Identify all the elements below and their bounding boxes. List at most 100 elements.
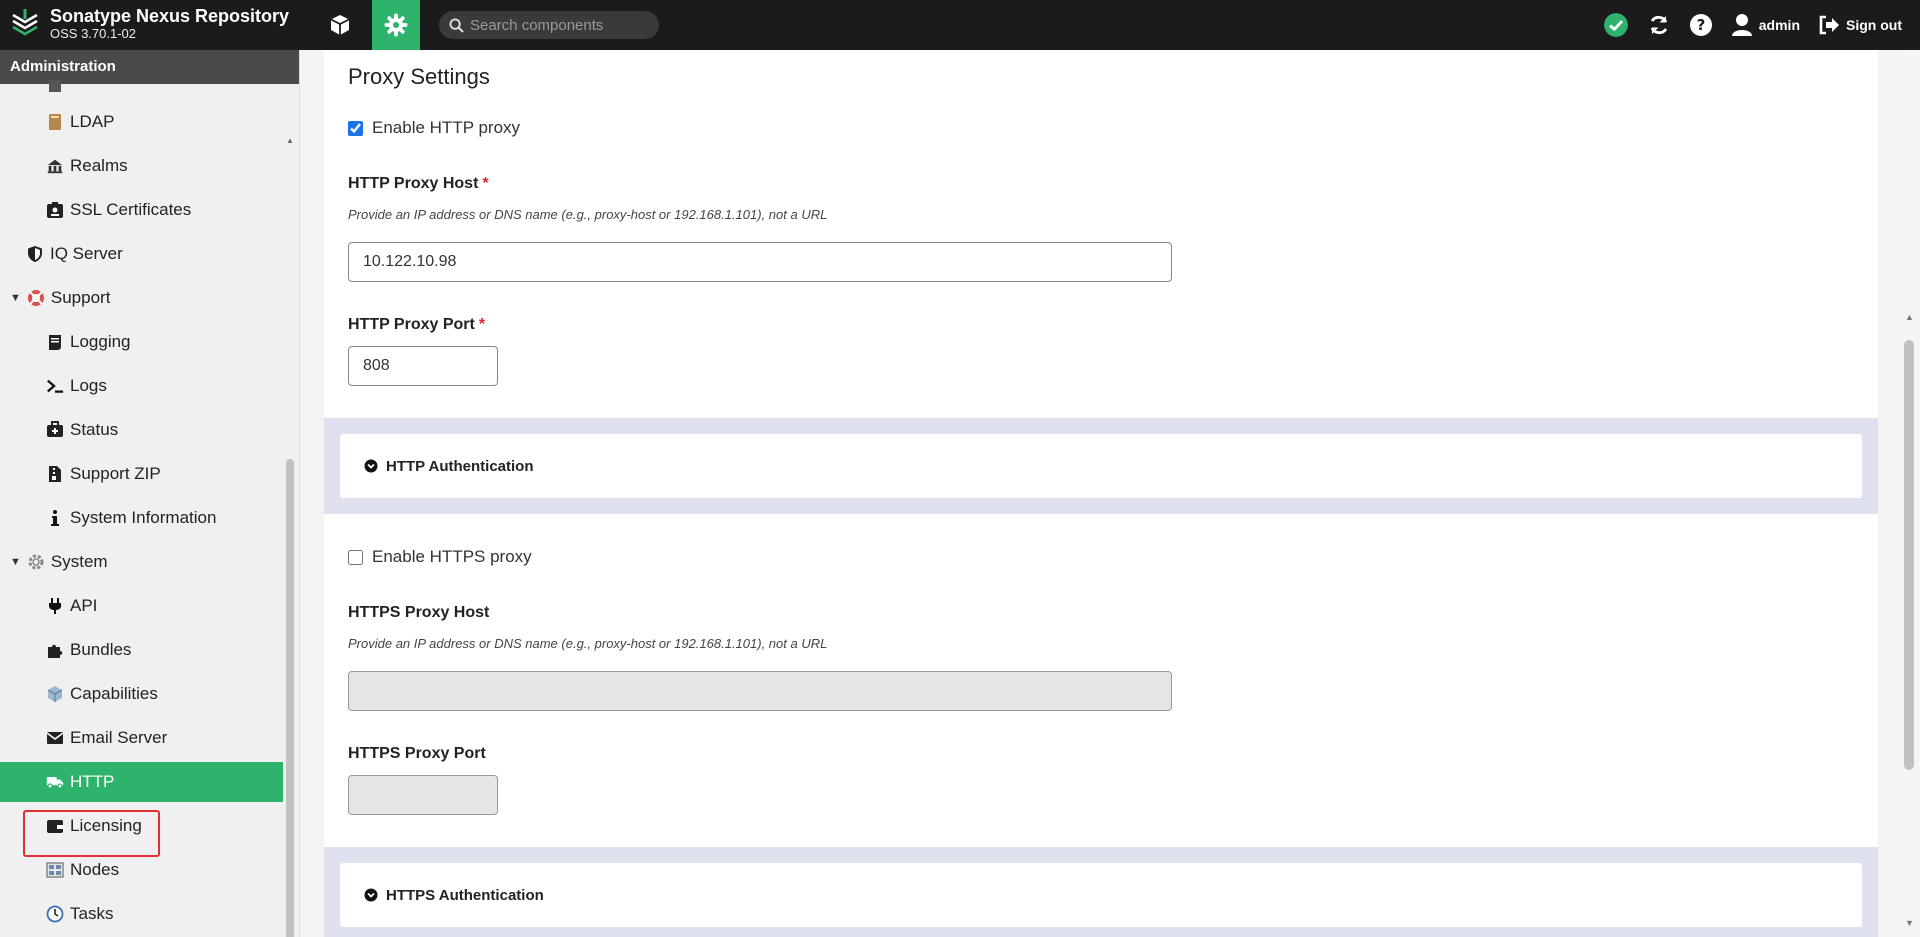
envelope-icon xyxy=(46,729,64,747)
sidebar-group-support[interactable]: ▼ Support xyxy=(0,278,283,318)
sidebar-item-bundles[interactable]: Bundles xyxy=(0,630,283,670)
sidebar-group-system[interactable]: ▼ System xyxy=(0,542,283,582)
main-scrollbar[interactable]: ▲ ▼ xyxy=(1898,50,1920,937)
user-menu-button[interactable]: admin xyxy=(1731,13,1800,37)
caret-down-icon: ▼ xyxy=(10,292,21,304)
enable-http-proxy-checkbox[interactable]: Enable HTTP proxy xyxy=(348,118,520,138)
sidebar-item-label: Email Server xyxy=(70,728,168,747)
http-authentication-label: HTTP Authentication xyxy=(386,457,534,475)
sidebar-item-http[interactable]: HTTP xyxy=(0,762,283,802)
sidebar-item-logs[interactable]: Logs xyxy=(0,366,283,406)
http-authentication-toggle[interactable]: HTTP Authentication xyxy=(340,434,1862,498)
help-icon: ? xyxy=(1689,14,1712,36)
chevron-down-circle-icon xyxy=(364,888,378,902)
sidebar-item-api[interactable]: API xyxy=(0,586,283,626)
sidebar-item-label: Capabilities xyxy=(70,684,158,703)
nodes-icon xyxy=(46,861,64,879)
sidebar-item-label: LDAP xyxy=(70,112,115,131)
sign-out-label: Sign out xyxy=(1846,17,1902,33)
admin-sidebar: Administration LDAP Realms SSL Certifica… xyxy=(0,50,300,937)
sidebar-item-label: Status xyxy=(70,420,119,439)
browse-button[interactable] xyxy=(316,0,364,50)
administration-button[interactable] xyxy=(372,0,420,50)
sign-out-icon xyxy=(1819,15,1839,35)
http-proxy-host-label: HTTP Proxy Host * xyxy=(348,175,489,193)
cube-icon xyxy=(330,15,350,35)
sidebar-item-label: SSL Certificates xyxy=(70,200,192,219)
main-content: Proxy Settings Enable HTTP proxy HTTP Pr… xyxy=(324,50,1878,937)
gear-icon xyxy=(27,553,45,571)
wallet-icon xyxy=(46,817,64,835)
sidebar-item-capabilities[interactable]: Capabilities xyxy=(0,674,283,714)
book-icon xyxy=(46,113,64,131)
sidebar-item-email-server[interactable]: Email Server xyxy=(0,718,283,758)
scroll-up-arrow-icon[interactable]: ▲ xyxy=(286,136,294,145)
item-icon xyxy=(46,77,64,95)
http-proxy-host-input[interactable] xyxy=(348,242,1172,282)
lifebuoy-icon xyxy=(27,289,45,307)
http-proxy-port-label: HTTP Proxy Port * xyxy=(348,316,485,334)
sidebar-item-iq-server[interactable]: IQ Server xyxy=(0,234,283,274)
sidebar-item-label: Logging xyxy=(70,332,131,351)
certificate-icon xyxy=(46,201,64,219)
sidebar-item-support-zip[interactable]: Support ZIP xyxy=(0,454,283,494)
http-proxy-host-label-text: HTTP Proxy Host xyxy=(348,175,479,192)
refresh-button[interactable] xyxy=(1647,13,1671,37)
https-proxy-port-input[interactable] xyxy=(348,775,498,815)
sidebar-item-label: IQ Server xyxy=(50,244,123,263)
sidebar-scroll-thumb[interactable] xyxy=(286,459,294,937)
enable-https-proxy-input[interactable] xyxy=(348,549,363,565)
sidebar-item-label: API xyxy=(70,596,98,615)
shield-icon xyxy=(26,245,44,263)
sidebar-item-nodes[interactable]: Nodes xyxy=(0,850,283,890)
plug-icon xyxy=(46,597,64,615)
realms-icon xyxy=(46,157,64,175)
sidebar-item-label: Tasks xyxy=(70,904,114,923)
enable-https-proxy-checkbox[interactable]: Enable HTTPS proxy xyxy=(348,547,532,567)
sidebar-item-label: Support ZIP xyxy=(70,464,161,483)
sidebar-item-label: Nodes xyxy=(70,860,120,879)
app-version: OSS 3.70.1-02 xyxy=(50,26,136,41)
sidebar-item-ldap[interactable]: LDAP xyxy=(0,102,283,142)
system-status-button[interactable] xyxy=(1603,12,1629,38)
sidebar-item-system-information[interactable]: System Information xyxy=(0,498,283,538)
search-icon xyxy=(449,17,464,33)
sidebar-item-hidden[interactable] xyxy=(0,66,283,106)
scroll-up-arrow-icon[interactable]: ▲ xyxy=(1905,312,1914,322)
scroll-down-arrow-icon[interactable]: ▼ xyxy=(1905,918,1914,928)
help-button[interactable]: ? xyxy=(1689,13,1713,37)
sidebar-item-label: System Information xyxy=(70,508,217,527)
https-authentication-toggle[interactable]: HTTPS Authentication xyxy=(340,863,1862,927)
main-scroll-thumb[interactable] xyxy=(1904,340,1914,770)
sign-out-button[interactable]: Sign out xyxy=(1818,14,1902,36)
brand[interactable]: Sonatype Nexus Repository OSS 3.70.1-02 xyxy=(10,6,289,42)
sidebar-item-ssl-certificates[interactable]: SSL Certificates xyxy=(0,190,283,230)
sidebar-item-status[interactable]: Status xyxy=(0,410,283,450)
http-proxy-port-label-text: HTTP Proxy Port xyxy=(348,316,475,333)
svg-text:?: ? xyxy=(1696,16,1705,34)
user-icon xyxy=(1731,14,1752,36)
cube-icon xyxy=(46,685,64,703)
search-box[interactable] xyxy=(439,11,659,39)
sidebar-item-logging[interactable]: Logging xyxy=(0,322,283,362)
https-authentication-label: HTTPS Authentication xyxy=(386,886,544,904)
sidebar-item-label: Licensing xyxy=(70,816,142,835)
http-proxy-port-input[interactable] xyxy=(348,346,498,386)
required-marker: * xyxy=(478,316,486,333)
sidebar-item-label: System xyxy=(50,552,108,571)
https-proxy-port-label: HTTPS Proxy Port xyxy=(348,745,486,762)
chevron-down-circle-icon xyxy=(364,459,378,473)
sidebar-item-label: Support xyxy=(50,288,111,307)
https-proxy-host-input[interactable] xyxy=(348,671,1172,711)
sidebar-scrollbar[interactable]: ▲ xyxy=(284,134,296,937)
sidebar-item-licensing[interactable]: Licensing xyxy=(0,806,283,846)
nexus-logo-icon xyxy=(12,9,38,36)
http-proxy-host-help: Provide an IP address or DNS name (e.g.,… xyxy=(348,207,828,222)
search-input[interactable] xyxy=(470,16,650,34)
sidebar-item-tasks[interactable]: Tasks xyxy=(0,894,283,934)
content-gutter xyxy=(1878,50,1898,937)
sidebar-item-label: Logs xyxy=(70,376,107,395)
enable-http-proxy-input[interactable] xyxy=(348,120,363,136)
info-icon xyxy=(46,509,64,527)
sidebar-item-realms[interactable]: Realms xyxy=(0,146,283,186)
